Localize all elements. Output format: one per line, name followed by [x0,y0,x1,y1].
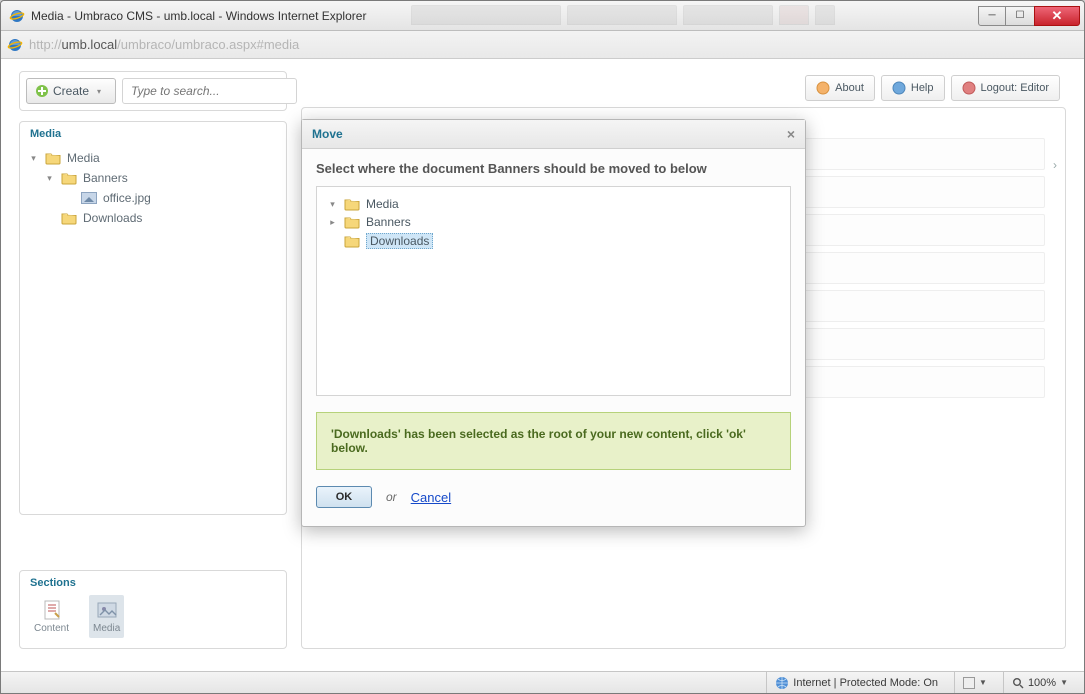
spacer [44,213,55,224]
search-input[interactable] [122,78,297,104]
about-label: About [835,82,864,94]
tree-label: Media [67,151,100,165]
ok-button[interactable]: OK [316,486,372,508]
tree-label-selected: Downloads [366,233,433,249]
collapse-icon[interactable]: ▾ [327,199,338,210]
tree-heading: Media [20,122,286,144]
tree-label: Banners [83,171,128,185]
address-bar[interactable]: http://umb.local/umbraco/umbraco.aspx#me… [1,31,1084,59]
expand-icon[interactable]: ▸ [327,217,338,228]
tree-node-media[interactable]: ▾ Media [26,148,280,168]
image-icon [81,192,97,204]
dialog-actions: OK or Cancel [316,486,791,508]
create-label: Create [53,84,89,98]
minimize-button[interactable]: ─ [978,6,1006,26]
section-label: Content [34,623,69,634]
tree-label: office.jpg [103,191,151,205]
folder-icon [344,197,360,211]
browser-window: Media - Umbraco CMS - umb.local - Window… [0,0,1085,694]
folder-icon [61,211,77,225]
dialog-tree-downloads[interactable]: Downloads [325,231,782,251]
move-dialog: Move × Select where the document Banners… [301,119,806,527]
spacer [327,236,338,247]
folder-icon [45,151,61,165]
or-text: or [386,490,397,504]
shield-icon [963,677,975,689]
magnifier-icon [1012,677,1024,689]
sections-heading: Sections [30,577,276,589]
folder-icon [344,215,360,229]
media-icon [96,599,118,621]
expand-icon[interactable]: › [1053,158,1057,172]
tree-label: Banners [366,215,411,229]
window-titlebar: Media - Umbraco CMS - umb.local - Window… [1,1,1084,31]
spacer [64,193,75,204]
logout-label: Logout: Editor [981,82,1050,94]
tree-label: Media [366,197,399,211]
status-mode: Internet | Protected Mode: On [793,677,938,689]
create-button[interactable]: Create [26,78,116,104]
plus-icon [35,84,49,98]
dialog-tree-banners[interactable]: ▸ Banners [325,213,782,231]
dialog-prompt: Select where the document Banners should… [316,161,791,176]
tree-label: Downloads [83,211,142,225]
ie-icon [7,37,23,53]
section-label: Media [93,623,120,634]
dialog-titlebar: Move × [302,120,805,149]
cancel-link[interactable]: Cancel [411,490,451,505]
logout-icon [962,81,976,95]
dialog-tree: ▾ Media ▸ Banners Downloads [316,186,791,396]
about-button[interactable]: About [805,75,875,101]
dialog-alert: 'Downloads' has been selected as the roo… [316,412,791,470]
status-bar: Internet | Protected Mode: On ▼ 100% ▼ [1,671,1084,693]
content-icon [41,599,63,621]
dialog-close-button[interactable]: × [787,126,795,142]
globe-icon [775,676,789,690]
help-icon [892,81,906,95]
logout-button[interactable]: Logout: Editor [951,75,1061,101]
zoom-control[interactable]: 100% ▼ [1003,672,1076,693]
media-tree-panel: Media ▾ Media ▾ Banners [19,121,287,515]
dialog-tree-media[interactable]: ▾ Media [325,195,782,213]
collapse-icon[interactable]: ▾ [44,173,55,184]
collapse-icon[interactable]: ▾ [28,153,39,164]
top-right-buttons: About Help Logout: Editor [301,71,1066,107]
folder-icon [61,171,77,185]
status-zone[interactable]: Internet | Protected Mode: On [766,672,946,693]
folder-icon [344,234,360,248]
about-icon [816,81,830,95]
close-button[interactable]: ✕ [1034,6,1080,26]
left-column: Create Media ▾ Media ▾ Banners [19,71,287,525]
ie-icon [9,8,25,24]
maximize-button[interactable]: ☐ [1006,6,1034,26]
help-button[interactable]: Help [881,75,945,101]
tree-node-downloads[interactable]: Downloads [26,208,280,228]
tree-node-banners[interactable]: ▾ Banners [26,168,280,188]
client-area: Create Media ▾ Media ▾ Banners [1,59,1084,671]
url-text: http://umb.local/umbraco/umbraco.aspx#me… [29,37,299,52]
status-extra1[interactable]: ▼ [954,672,995,693]
section-content[interactable]: Content [30,595,73,638]
zoom-value: 100% [1028,677,1056,689]
background-tabs [411,5,835,25]
tree-node-office[interactable]: office.jpg [26,188,280,208]
media-tree: ▾ Media ▾ Banners office.jpg [20,144,286,236]
section-media[interactable]: Media [89,595,124,638]
help-label: Help [911,82,934,94]
create-search-panel: Create [19,71,287,111]
dialog-title: Move [312,127,343,141]
sections-panel: Sections Content Media [19,570,287,649]
